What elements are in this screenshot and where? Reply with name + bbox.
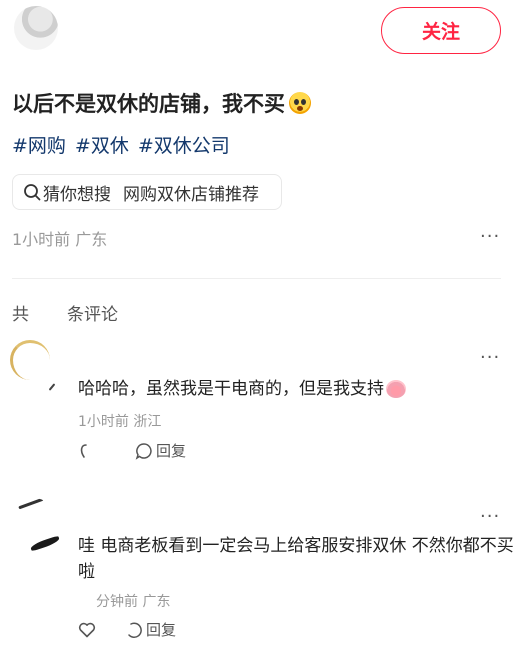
- reply-button[interactable]: 回复: [135, 440, 186, 461]
- reply-label: 回复: [146, 621, 177, 639]
- comment-actions: 回复: [78, 440, 186, 461]
- tag-link[interactable]: #双休: [75, 131, 129, 158]
- post-title-text: 以后不是双休的店铺，我不买: [12, 92, 285, 116]
- more-options-icon[interactable]: ···: [480, 226, 500, 247]
- post-title: 以后不是双休的店铺，我不买: [12, 88, 311, 118]
- comment-icon: [128, 622, 142, 638]
- comment-count-suffix: 条评论: [67, 305, 118, 325]
- comment-count: 共 条评论: [12, 300, 118, 325]
- author-avatar[interactable]: [14, 6, 58, 50]
- search-icon: [24, 184, 41, 201]
- search-suggestion-chip[interactable]: 猜你想搜 网购双休店铺推荐: [12, 174, 282, 210]
- commenter-avatar[interactable]: [14, 498, 54, 538]
- reply-label: 回复: [156, 442, 187, 460]
- heart-icon: [78, 622, 96, 637]
- tag-list: #网购 #双休 #双休公司: [12, 131, 230, 158]
- comment-more-icon[interactable]: ···: [480, 347, 500, 368]
- tag-link[interactable]: #网购: [12, 131, 66, 158]
- comment-count-prefix: 共: [12, 305, 29, 325]
- comment-text: 哇 电商老板看到一定会马上给客服安排双休 不然你都不买啦: [78, 536, 514, 582]
- post-meta: 1小时前 广东: [12, 230, 108, 249]
- heart-icon: [80, 443, 87, 458]
- commenter-avatar[interactable]: [10, 340, 50, 380]
- avatar-decoration: [48, 383, 56, 391]
- comment-icon: [135, 442, 152, 460]
- tag-link[interactable]: #双休公司: [138, 131, 230, 158]
- comment-actions: 回复: [78, 619, 176, 640]
- pig-emoji-icon: [386, 380, 406, 398]
- reply-button[interactable]: 回复: [125, 619, 176, 640]
- follow-button[interactable]: 关注: [381, 7, 501, 54]
- comment-meta: 1小时前 浙江: [78, 414, 162, 430]
- comment-text: 哈哈哈，虽然我是干电商的，但是我支持: [78, 376, 406, 402]
- like-button[interactable]: [78, 443, 95, 459]
- comment-more-icon[interactable]: ···: [480, 506, 500, 527]
- search-chip-query: 网购双休店铺推荐: [123, 184, 259, 205]
- like-button[interactable]: [78, 622, 99, 638]
- divider: [12, 278, 501, 279]
- flushed-face-emoji-icon: [289, 92, 311, 114]
- comment-meta: 分钟前 广东: [96, 594, 171, 610]
- search-chip-prefix: 猜你想搜: [43, 184, 111, 205]
- comment-text-body: 哈哈哈，虽然我是干电商的，但是我支持: [78, 379, 384, 399]
